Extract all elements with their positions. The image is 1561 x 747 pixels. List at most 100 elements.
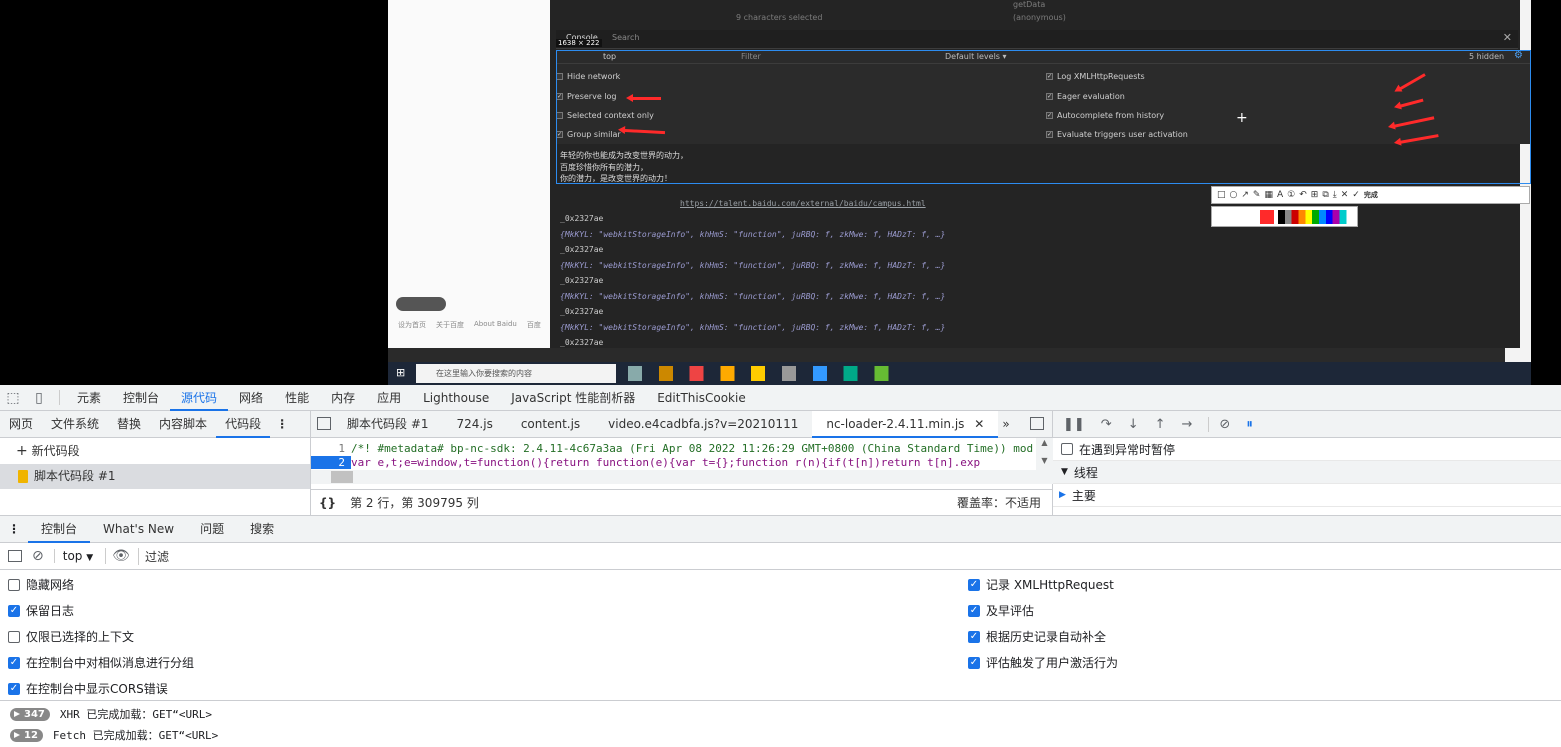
context-label: top	[62, 549, 83, 563]
embedded-tab-search: Search	[612, 33, 640, 42]
step-icon[interactable]: →	[1182, 417, 1193, 432]
message-count-badge[interactable]: 347	[10, 707, 50, 721]
embedded-log-link: https://talent.baidu.com/external/baidu/…	[680, 199, 926, 208]
message-text: Fetch 已完成加载：GET“<URL>	[52, 729, 219, 742]
plus-icon: +	[16, 443, 28, 459]
embedded-link: About Baidu	[474, 320, 517, 328]
option-autocomplete-history[interactable]: ✓ 根据历史记录自动补全	[968, 628, 1106, 645]
circle-icon: ○	[1229, 190, 1238, 200]
option-preserve-log[interactable]: ✓ 保留日志	[8, 602, 74, 619]
tab-memory[interactable]: 内存	[320, 385, 366, 410]
context-selector[interactable]: top ▼	[53, 549, 93, 563]
nav-tab-content-scripts[interactable]: 内容脚本	[150, 411, 216, 437]
more-vert-icon[interactable]: ⋮	[270, 411, 294, 437]
embedded-link: 关于百度	[436, 321, 464, 329]
checkbox[interactable]: ✓	[968, 656, 980, 669]
current-thread-icon: ▶	[1059, 490, 1066, 500]
option-label: 评估触发了用户激活行为	[986, 656, 1119, 670]
drawer-tab-console[interactable]: 控制台	[28, 516, 91, 543]
option-label: 记录 XMLHttpRequest	[986, 578, 1114, 592]
tab-sources[interactable]: 源代码	[170, 385, 229, 411]
option-user-activation[interactable]: ✓ 评估触发了用户激活行为	[968, 654, 1118, 671]
editor-tab[interactable]: video.e4cadbfa.js?v=20210111	[594, 411, 812, 437]
drawer-tab-issues[interactable]: 问题	[187, 516, 237, 542]
pause-on-exceptions-checkbox[interactable]	[1061, 443, 1073, 455]
scrollbar-thumb[interactable]	[331, 471, 353, 483]
checkbox[interactable]: ✓	[968, 604, 980, 617]
pretty-print-button[interactable]: {}	[319, 496, 336, 510]
step-into-icon[interactable]: ↓	[1128, 417, 1139, 432]
editor-tab[interactable]: content.js	[507, 411, 594, 437]
option-hide-network[interactable]: 隐藏网络	[8, 576, 74, 593]
thread-item-main[interactable]: ▶ 主要	[1053, 484, 1561, 507]
drawer-tab-search[interactable]: 搜索	[237, 516, 287, 542]
nav-tab-page[interactable]: 网页	[0, 411, 42, 437]
embedded-screenshot-area: 设为首页 关于百度 About Baidu 百度 9 characters se…	[0, 0, 1561, 385]
threads-section-header[interactable]: ▼ 线程	[1053, 461, 1561, 484]
nav-tab-filesystem[interactable]: 文件系统	[42, 411, 108, 437]
show-sidebar-icon[interactable]	[8, 550, 22, 562]
taskbar-search: 在这里输入你要搜索的内容	[416, 364, 616, 383]
checkbox[interactable]: ✓	[968, 578, 980, 591]
editor-tab-label: nc-loader-2.4.11.min.js	[826, 417, 965, 431]
check-icon: ✓	[1352, 190, 1360, 200]
pause-on-exceptions-option[interactable]: 在遇到异常时暂停	[1053, 438, 1561, 461]
tab-console[interactable]: 控制台	[112, 385, 170, 410]
step-out-icon[interactable]: ↑	[1155, 417, 1166, 432]
more-tabs-icon[interactable]: »	[998, 411, 1013, 437]
drawer-menu-icon[interactable]: ⋮	[0, 516, 28, 542]
checkbox[interactable]	[8, 630, 20, 643]
tab-network[interactable]: 网络	[228, 385, 274, 410]
option-selected-context-only[interactable]: 仅限已选择的上下文	[8, 628, 134, 645]
drawer-tab-whats-new[interactable]: What's New	[90, 516, 187, 542]
clear-console-icon[interactable]: ⊘	[32, 548, 44, 564]
option-show-cors-errors[interactable]: ✓ 在控制台中显示CORS错误	[8, 680, 168, 697]
option-eager-evaluation[interactable]: ✓ 及早评估	[968, 602, 1034, 619]
code-line[interactable]: 2 var e,t;e=window,t=function(){return fu…	[311, 456, 1036, 469]
nav-tab-overrides[interactable]: 替换	[108, 411, 150, 437]
checkbox[interactable]: ✓	[8, 604, 20, 617]
deactivate-breakpoints-icon[interactable]: ⊘	[1208, 416, 1230, 432]
editor-tab[interactable]: 724.js	[443, 411, 507, 437]
console-filter-input[interactable]: 过滤	[137, 547, 1561, 565]
pause-icon[interactable]: ❚❚	[1063, 417, 1085, 432]
coverage-status: 覆盖率：不适用	[956, 496, 1041, 510]
embedded-callstack-frame: getData	[1013, 0, 1046, 9]
option-log-xhr[interactable]: ✓ 记录 XMLHttpRequest	[968, 576, 1114, 593]
console-message[interactable]: 12 Fetch 已完成加载：GET“<URL>	[0, 723, 1561, 747]
step-over-icon[interactable]: ↷	[1101, 417, 1112, 432]
pause-on-exceptions-label: 在遇到异常时暂停	[1079, 442, 1176, 457]
embedded-size-label: 1638 × 222	[556, 39, 602, 47]
snippet-item[interactable]: 脚本代码段 #1	[0, 464, 310, 489]
device-toolbar-icon[interactable]: ▯	[26, 385, 52, 410]
tab-elements[interactable]: 元素	[66, 385, 112, 410]
nav-tab-snippets[interactable]: 代码段	[216, 411, 271, 438]
new-snippet-button[interactable]: + 新代码段	[0, 438, 310, 464]
checkbox[interactable]: ✓	[8, 656, 20, 669]
editor-tab-active[interactable]: nc-loader-2.4.11.min.js ✕	[812, 411, 999, 438]
tab-editthiscookie[interactable]: EditThisCookie	[646, 385, 757, 410]
inspect-element-icon[interactable]: ⬚	[0, 385, 26, 410]
tab-application[interactable]: 应用	[366, 385, 412, 410]
tab-lighthouse[interactable]: Lighthouse	[412, 385, 500, 410]
message-count-badge[interactable]: 12	[10, 728, 43, 742]
toggle-debugger-icon[interactable]	[1030, 417, 1044, 430]
close-tab-icon[interactable]: ✕	[974, 417, 984, 431]
color-swatches	[1278, 210, 1354, 224]
text-icon: A	[1276, 190, 1284, 200]
embedded-screenshot: 设为首页 关于百度 About Baidu 百度 9 characters se…	[388, 0, 1531, 385]
toggle-navigator-icon[interactable]	[317, 417, 331, 430]
option-label: 根据历史记录自动补全	[986, 630, 1107, 644]
horizontal-scrollbar[interactable]	[311, 470, 1036, 484]
vertical-scrollbar[interactable]: ▲ ▼	[1036, 438, 1053, 484]
pause-on-exceptions-icon[interactable]: ⏸	[1246, 417, 1253, 432]
live-expression-eye-icon[interactable]: 👁	[105, 548, 130, 564]
checkbox[interactable]	[8, 578, 20, 591]
code-line[interactable]: 1 /*! #metadata# bp-nc-sdk: 2.4.11-4c67a3…	[311, 442, 1036, 455]
option-group-similar[interactable]: ✓ 在控制台中对相似消息进行分组	[8, 654, 194, 671]
tab-js-profiler[interactable]: JavaScript 性能剖析器	[500, 385, 646, 410]
option-label: 隐藏网络	[26, 578, 75, 592]
checkbox[interactable]: ✓	[968, 630, 980, 643]
tab-performance[interactable]: 性能	[274, 385, 320, 410]
checkbox[interactable]: ✓	[8, 682, 20, 695]
